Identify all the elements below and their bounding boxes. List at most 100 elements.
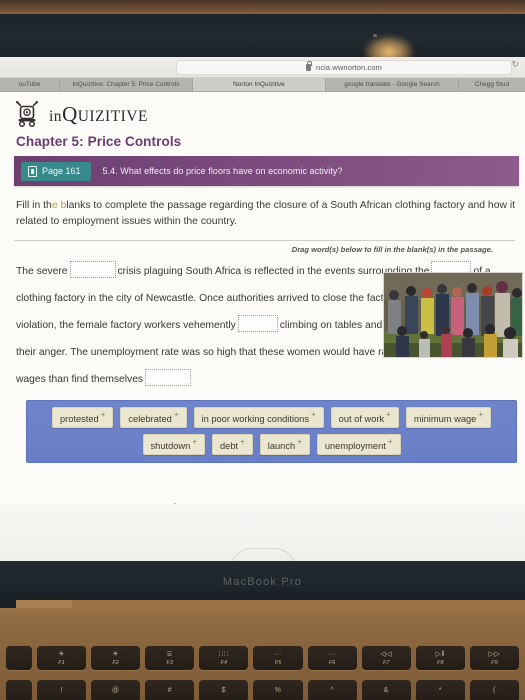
page-title: Chapter 5: Price Controls [16,134,182,149]
brand-in: in [49,107,63,125]
tab-google-translate[interactable]: google translate - Google Search [326,78,459,91]
rewind-key[interactable]: ◁◁ F7 [361,646,411,670]
word-chip-minimum-wage[interactable]: minimum wage + [405,407,492,429]
instructions-highlight: e b [51,200,67,211]
key-1[interactable]: ! [37,680,87,700]
brand-uizitive: UIZITIVE [77,107,149,125]
blank-4[interactable] [237,315,278,333]
word-chip-label: protested [59,414,99,425]
question-text: 5.4. What effects do price floors have o… [102,166,343,176]
tab-youtube[interactable]: ouTube [0,78,60,91]
key-5[interactable]: % [253,680,303,700]
key-label: F5 [274,659,282,666]
play-pause-key[interactable]: ▷‖ F8 [415,646,465,670]
plus-icon: + [297,437,302,447]
keyboard-backlight-up-icon: ∙∙∙ [328,650,336,658]
key-label: F4 [220,659,228,666]
word-chip-debt[interactable]: debt + [211,434,253,456]
word-bank-row-2: shutdown + debt + launch + unemployment + [33,434,510,456]
word-chip-unemployment[interactable]: unemployment + [316,434,401,456]
key-glyph: # [167,687,172,694]
instructions-line1-a: Fill in th [16,200,52,211]
launchpad-icon: ∷∷ [218,650,229,658]
plus-icon: + [100,410,106,420]
word-chip-out-of-work[interactable]: out of work + [330,407,399,429]
play-pause-icon: ▷‖ [435,650,445,658]
word-chip-label: shutdown [150,441,191,452]
blank-1[interactable] [69,261,116,279]
key-label: F3 [166,659,174,666]
plus-icon: + [386,410,391,420]
brightness-down-icon: ☀ [58,650,65,658]
key-glyph: ! [60,687,63,694]
keyboard-backlight-up-key[interactable]: ∙∙∙ F6 [307,646,357,670]
word-chip-shutdown[interactable]: shutdown + [142,434,205,456]
keyboard-backlight-down-key[interactable]: ∙∙∙ F5 [253,646,303,670]
key-8[interactable]: * [415,680,465,700]
key-glyph: $ [221,687,227,694]
crowd-photo [383,272,523,359]
laptop-photo: ncia.wwnorton.com ↻ ouTube InQuizitive: … [0,0,525,700]
inquizitive-page: inQUIZITIVE Chapter 5: Price Controls Pa… [0,92,525,504]
fast-forward-key[interactable]: ▷▷ F9 [469,646,519,670]
url-text: ncia.wwnorton.com [316,63,382,72]
crowd-photo-graphic [384,273,522,358]
plus-icon: + [311,410,316,420]
key-label: F2 [112,659,119,666]
key-label: F7 [382,659,390,666]
blank-5[interactable] [145,369,192,387]
key-2[interactable]: @ [91,680,141,700]
word-chip-label: minimum wage [413,414,477,425]
key-4[interactable]: $ [199,680,249,700]
key-glyph: @ [111,687,120,694]
word-chip-launch[interactable]: launch + [259,434,310,456]
word-chip-label: out of work [338,414,385,425]
tab-inquizitive-chapter5[interactable]: InQuizitive: Chapter 5: Price Controls [60,78,193,91]
key-label: F8 [437,659,444,666]
book-icon [28,165,37,177]
word-chip-protested[interactable]: protested + [51,407,114,429]
keyboard: ☀ F1 ☀ F2 ⌸ F3 ∷∷ F4 ∙∙∙ F5 ∙∙∙ F6 ◁◁ F7… [0,636,525,700]
passage-seg-4: violation, the female factory workers ve… [16,320,236,332]
escape-key[interactable] [6,646,32,670]
key-glyph: * [438,687,442,694]
brightness-down-key[interactable]: ☀ F1 [37,646,87,670]
fast-forward-icon: ▷▷ [488,650,501,658]
key-glyph: & [383,687,389,694]
tab-strip: ouTube InQuizitive: Chapter 5: Price Con… [0,78,525,92]
key-3[interactable]: # [145,680,195,700]
screen-lower-blank-area [0,504,525,570]
word-chip-in-poor-working-conditions[interactable]: in poor working conditions + [193,407,324,429]
tab-chegg-study[interactable]: Chegg Stud [459,78,525,91]
word-bank: protested + celebrated + in poor working c… [26,400,517,464]
key-9[interactable]: ( [469,680,519,700]
plus-icon: + [192,437,197,447]
lock-icon [306,61,313,71]
mission-control-icon: ⌸ [167,650,173,658]
instructions-text: Fill in the blanks to complete the passa… [0,186,525,238]
key-label: F1 [58,659,65,666]
tab-norton-inquizitive[interactable]: Norton InQuizitive [193,78,326,91]
word-chip-label: in poor working conditions [201,414,310,425]
plus-icon: + [387,437,393,447]
key-7[interactable]: & [361,680,411,700]
key-6[interactable]: ^ [307,680,357,700]
reload-icon[interactable]: ↻ [511,60,519,69]
plus-icon: + [478,410,484,420]
tilde-key[interactable] [6,680,32,700]
address-bar[interactable]: ncia.wwnorton.com [176,60,512,75]
brightness-up-key[interactable]: ☀ F2 [91,646,141,670]
brand-wordmark: inQUIZITIVE [49,102,148,127]
mission-control-key[interactable]: ⌸ F3 [145,646,195,670]
word-chip-celebrated[interactable]: celebrated + [120,407,187,429]
key-glyph: ( [493,687,496,694]
word-chip-label: unemployment [324,441,386,452]
drag-hint: Drag word(s) below to fill in the blank(… [291,245,493,255]
instructions-line1-b: lanks to complete the passage regarding … [66,200,465,211]
plus-icon: + [240,437,245,447]
browser-toolbar: ncia.wwnorton.com ↻ [0,57,525,78]
plus-icon: + [173,410,179,420]
number-key-row: ! @ # $ % ^ & * ( [0,680,525,700]
launchpad-key[interactable]: ∷∷ F4 [199,646,249,670]
page-reference-button[interactable]: Page 161 [21,161,91,181]
